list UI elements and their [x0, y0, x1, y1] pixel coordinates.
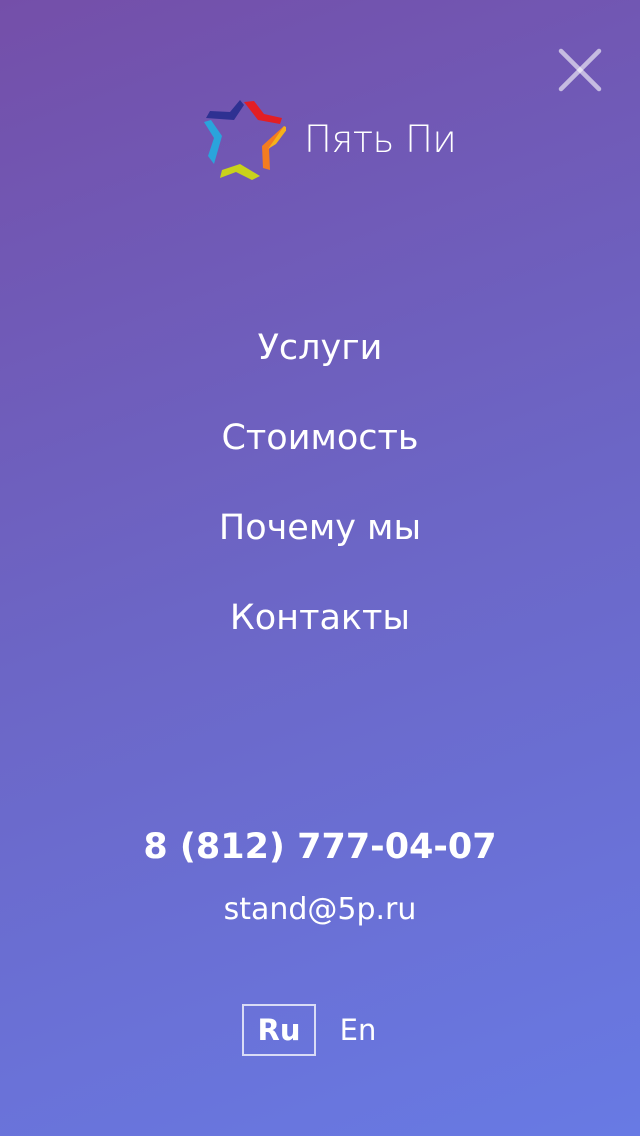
logo[interactable]: Пять Пи	[200, 96, 457, 182]
phone-link[interactable]: 8 (812) 777-04-07	[0, 822, 640, 872]
close-button[interactable]	[556, 46, 604, 94]
menu-item-contacts[interactable]: Контакты	[0, 588, 640, 678]
star-logo-icon	[204, 100, 286, 180]
language-switcher: Ru En	[0, 1004, 640, 1056]
menu-item-services[interactable]: Услуги	[0, 318, 640, 408]
menu-item-why-us[interactable]: Почему мы	[0, 498, 640, 588]
lang-ru-button[interactable]: Ru	[242, 1004, 316, 1056]
main-menu: Услуги Стоимость Почему мы Контакты	[0, 318, 640, 678]
email-link[interactable]: stand@5p.ru	[0, 888, 640, 932]
logo-text: Пять Пи	[304, 117, 457, 161]
menu-item-pricing[interactable]: Стоимость	[0, 408, 640, 498]
close-icon	[558, 48, 602, 92]
lang-en-button[interactable]: En	[318, 1004, 398, 1056]
